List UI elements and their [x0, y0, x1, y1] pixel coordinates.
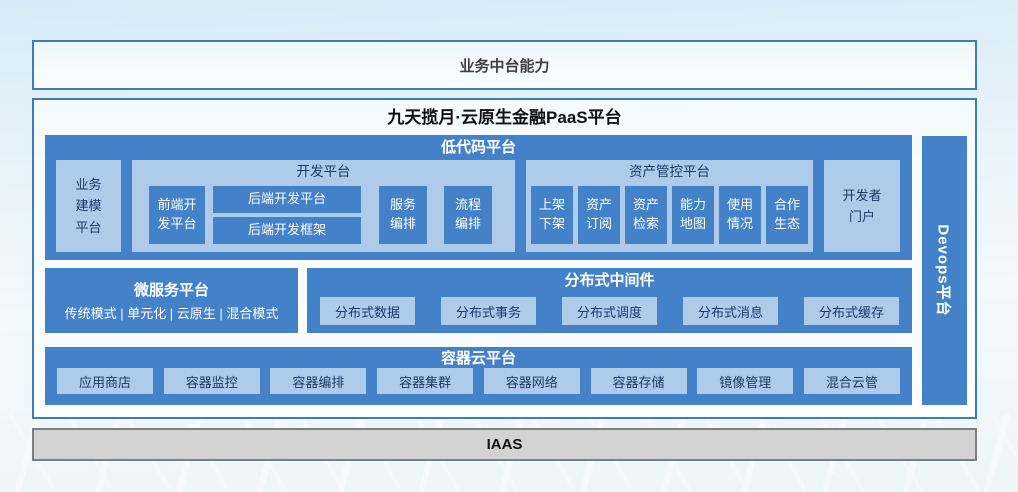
development-platform-items: 前端开 发平台 后端开发平台 后端开发框架 服务	[132, 186, 515, 244]
developer-portal-line: 开发者	[842, 185, 881, 206]
frontend-line: 前端开	[157, 196, 196, 215]
asset-item-capability-map: 能力 地图	[672, 186, 714, 244]
section-devops-platform: Devops平台	[922, 136, 967, 405]
frontend-line: 发平台	[157, 215, 196, 234]
asset-item-line: 生态	[774, 215, 800, 234]
microservice-modes: 传统模式 | 单元化 | 云原生 | 混合模式	[65, 303, 279, 322]
container-cloud-items: 应用商店 容器监控 容器编排 容器集群 容器网络 容器存储 镜像管理 混合云管	[45, 368, 912, 394]
container-item-orchestration: 容器编排	[270, 368, 366, 394]
backend-dev-framework: 后端开发框架	[213, 217, 361, 244]
asset-control-platform: 资产管控平台 上架 下架 资产 订阅 资产 检索	[526, 160, 813, 252]
lowcode-title: 低代码平台	[45, 135, 912, 159]
asset-control-title: 资产管控平台	[526, 160, 813, 182]
process-orchestration: 流程 编排	[444, 186, 492, 244]
container-item-cluster: 容器集群	[377, 368, 473, 394]
business-modeling-line: 平台	[75, 217, 101, 238]
devops-label: Devops平台	[934, 224, 955, 316]
middleware-item-distributed-scheduling: 分布式调度	[562, 297, 657, 325]
container-item-network: 容器网络	[484, 368, 580, 394]
backend-framework-label: 后端开发框架	[248, 221, 326, 240]
backend-platform-label: 后端开发平台	[248, 190, 326, 209]
section-distributed-middleware: 分布式中间件 分布式数据 分布式事务 分布式调度 分布式消息 分布式缓存	[307, 268, 912, 333]
asset-item-line: 能力	[680, 196, 706, 215]
platform-title: 九天揽月·云原生金融PaaS平台	[34, 102, 975, 134]
asset-item-line: 下架	[539, 215, 565, 234]
service-orchestration: 服务 编排	[379, 186, 427, 244]
asset-item-line: 资产	[633, 196, 659, 215]
container-item-image-management: 镜像管理	[697, 368, 793, 394]
backend-column: 后端开发平台 后端开发框架	[213, 186, 361, 244]
middleware-item-distributed-transaction: 分布式事务	[441, 297, 536, 325]
frontend-dev-platform: 前端开 发平台	[149, 186, 205, 244]
microservice-title: 微服务平台	[134, 279, 209, 300]
asset-item-line: 上架	[539, 196, 565, 215]
asset-control-items: 上架 下架 资产 订阅 资产 检索 能力 地图	[526, 186, 813, 244]
middleware-item-distributed-data: 分布式数据	[320, 297, 415, 325]
asset-item-search: 资产 检索	[625, 186, 667, 244]
asset-item-line: 使用	[727, 196, 753, 215]
asset-item-line: 情况	[727, 215, 753, 234]
backend-dev-platform: 后端开发平台	[213, 186, 361, 213]
section-microservice-platform: 微服务平台 传统模式 | 单元化 | 云原生 | 混合模式	[45, 268, 298, 333]
lowcode-body: 业务 建模 平台 开发平台 前端开 发平台 后端开发平台	[56, 160, 901, 252]
business-modeling-line: 建模	[75, 195, 101, 216]
section-container-cloud-platform: 容器云平台 应用商店 容器监控 容器编排 容器集群 容器网络 容器存储 镜像管理…	[45, 347, 912, 405]
iaas-layer: IAAS	[32, 428, 977, 461]
business-modeling-platform: 业务 建模 平台	[56, 160, 121, 252]
asset-item-line: 合作	[774, 196, 800, 215]
developer-portal-line: 门户	[849, 206, 875, 227]
development-platform-title: 开发平台	[132, 160, 515, 182]
container-item-monitoring: 容器监控	[164, 368, 260, 394]
banner-label: 业务中台能力	[459, 55, 549, 76]
architecture-diagram: 业务中台能力 九天揽月·云原生金融PaaS平台 低代码平台 业务 建模 平台 开…	[0, 0, 1018, 492]
developer-portal: 开发者 门户	[824, 160, 900, 252]
service-orch-line: 服务	[390, 196, 416, 215]
section-lowcode-platform: 低代码平台 业务 建模 平台 开发平台 前端开 发平台	[45, 135, 912, 260]
asset-item-onoff-shelf: 上架 下架	[531, 186, 573, 244]
container-cloud-title: 容器云平台	[45, 347, 912, 368]
container-item-storage: 容器存储	[591, 368, 687, 394]
paas-platform-container: 九天揽月·云原生金融PaaS平台 低代码平台 业务 建模 平台 开发平台 前端开…	[32, 98, 977, 419]
asset-item-line: 检索	[633, 215, 659, 234]
iaas-label: IAAS	[487, 436, 523, 453]
container-item-app-store: 应用商店	[57, 368, 153, 394]
business-midplatform-banner: 业务中台能力	[32, 40, 977, 90]
process-orch-line: 流程	[455, 196, 481, 215]
middleware-title: 分布式中间件	[307, 268, 912, 294]
process-orch-line: 编排	[455, 215, 481, 234]
asset-item-subscription: 资产 订阅	[578, 186, 620, 244]
middleware-items: 分布式数据 分布式事务 分布式调度 分布式消息 分布式缓存	[307, 297, 912, 325]
business-modeling-line: 业务	[75, 174, 101, 195]
asset-item-line: 资产	[586, 196, 612, 215]
middleware-item-distributed-cache: 分布式缓存	[804, 297, 899, 325]
asset-item-line: 地图	[680, 215, 706, 234]
middleware-item-distributed-message: 分布式消息	[683, 297, 778, 325]
asset-item-usage: 使用 情况	[719, 186, 761, 244]
container-item-hybrid-cloud-management: 混合云管	[804, 368, 900, 394]
asset-item-line: 订阅	[586, 215, 612, 234]
development-platform: 开发平台 前端开 发平台 后端开发平台 后端开发框架	[132, 160, 515, 252]
asset-item-cooperation-ecosystem: 合作 生态	[766, 186, 808, 244]
service-orch-line: 编排	[390, 215, 416, 234]
